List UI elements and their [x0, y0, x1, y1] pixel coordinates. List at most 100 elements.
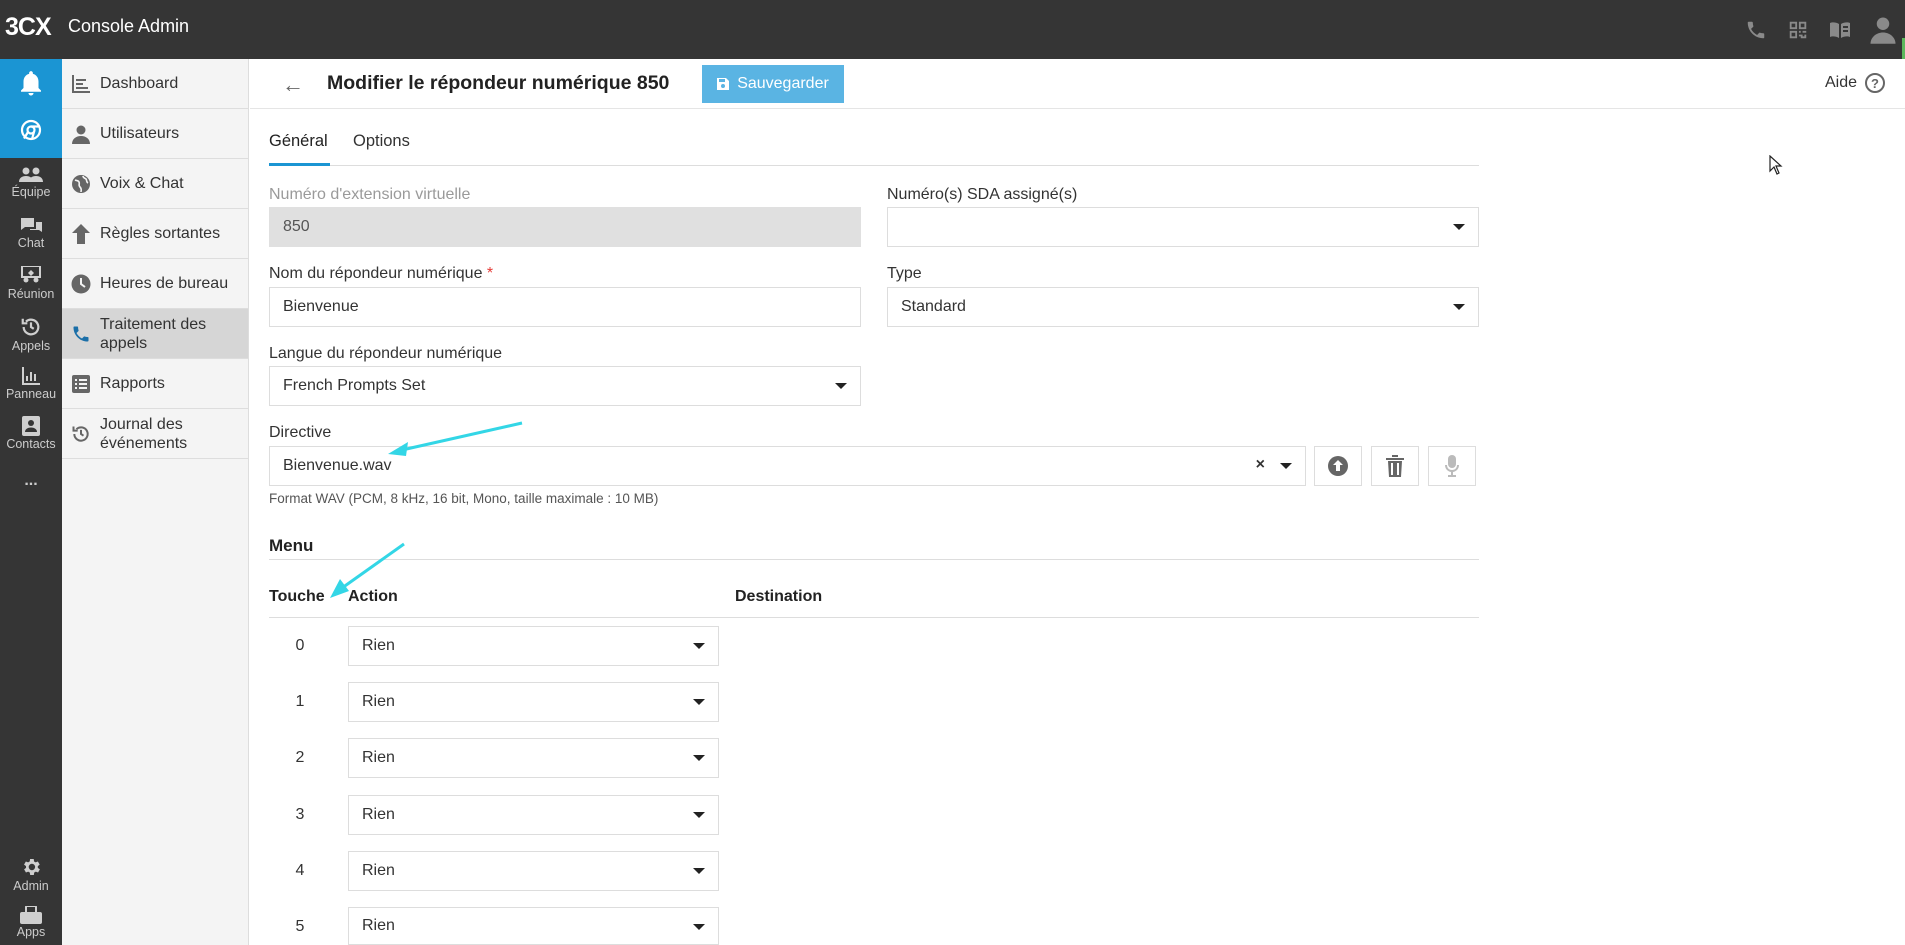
directive-value: Bienvenue.wav	[283, 457, 392, 474]
floppy-disk-icon	[717, 78, 730, 90]
menu-key: 0	[295, 637, 305, 654]
menu-section-title: Menu	[269, 536, 314, 555]
question-icon: ?	[1865, 73, 1885, 93]
book-icon[interactable]	[1819, 0, 1861, 59]
rail-label-contacts: Contacts	[6, 437, 56, 451]
save-button-label: Sauvegarder	[737, 75, 829, 92]
top-icons	[1735, 0, 1905, 59]
nav-label: Utilisateurs	[100, 125, 180, 142]
bell-icon	[21, 71, 41, 96]
record-button[interactable]	[1428, 446, 1476, 486]
caret-down-icon	[693, 924, 705, 930]
nav-item-voice-chat[interactable]: Voix & Chat	[62, 159, 248, 209]
type-label: Type	[887, 265, 922, 282]
user-icon	[72, 125, 90, 144]
menu-action-select[interactable]: Rien	[348, 682, 719, 722]
rail-label-team: Équipe	[11, 185, 51, 199]
tab-options[interactable]: Options	[353, 132, 410, 151]
type-select[interactable]: Standard	[887, 287, 1479, 327]
nav-item-users[interactable]: Utilisateurs	[62, 109, 248, 159]
nav-label: Heures de bureau	[100, 275, 229, 292]
phone-icon	[73, 326, 89, 341]
rail-label-more: ...	[24, 472, 38, 489]
caret-down-icon	[693, 812, 705, 818]
ivr-name-label-text: Nom du répondeur numérique	[269, 265, 483, 282]
menu-action-select[interactable]: Rien	[348, 738, 719, 778]
globe-icon	[72, 174, 90, 193]
sda-select[interactable]	[887, 207, 1479, 247]
menu-key: 1	[295, 693, 305, 710]
caret-down-icon	[693, 868, 705, 874]
nav-item-outbound-rules[interactable]: Règles sortantes	[62, 209, 248, 259]
caret-down-icon	[693, 643, 705, 649]
menu-action-value: Rien	[362, 806, 395, 823]
delete-button[interactable]	[1371, 446, 1419, 486]
panel-icon	[22, 367, 40, 385]
caret-down-icon	[693, 755, 705, 761]
secondary-nav: Dashboard Utilisateurs Voix & Chat Règle…	[62, 59, 249, 945]
rail-team[interactable]: Équipe	[0, 166, 62, 199]
clear-icon[interactable]: ×	[1256, 456, 1265, 474]
rail-panel[interactable]: Panneau	[0, 366, 62, 401]
rail-apps[interactable]: Apps	[0, 906, 62, 939]
menu-action-value: Rien	[362, 693, 395, 710]
divider	[269, 559, 1479, 560]
menu-action-value: Rien	[362, 862, 395, 879]
menu-action-select[interactable]: Rien	[348, 907, 719, 945]
dashboard-icon	[72, 74, 90, 93]
menu-action-select[interactable]: Rien	[348, 626, 719, 666]
chrome-icon	[20, 119, 42, 141]
qr-code-icon[interactable]	[1777, 0, 1819, 59]
upload-button[interactable]	[1314, 446, 1362, 486]
nav-item-event-log[interactable]: Journal des événements	[62, 409, 248, 459]
sda-label: Numéro(s) SDA assigné(s)	[887, 186, 1078, 203]
format-hint: Format WAV (PCM, 8 kHz, 16 bit, Mono, ta…	[269, 491, 659, 506]
nav-label: Dashboard	[100, 75, 179, 92]
language-value: French Prompts Set	[283, 377, 426, 394]
annotation-arrow-touche	[330, 542, 405, 598]
help-link[interactable]: Aide ?	[1825, 73, 1885, 93]
menu-action-value: Rien	[362, 749, 395, 766]
required-marker: *	[486, 265, 494, 282]
ext-number-value: 850	[283, 218, 310, 235]
language-label: Langue du répondeur numérique	[269, 345, 503, 362]
nav-item-reports[interactable]: Rapports	[62, 359, 248, 409]
nav-item-dashboard[interactable]: Dashboard	[62, 59, 248, 109]
back-arrow-icon[interactable]: ←	[282, 72, 304, 98]
rail-contacts[interactable]: Contacts	[0, 416, 62, 451]
rail-label-calls: Appels	[11, 339, 51, 353]
user-avatar-icon[interactable]	[1861, 0, 1905, 59]
more-icon[interactable]: ...	[0, 471, 62, 490]
phone-icon[interactable]	[1735, 0, 1777, 59]
ext-number-label: Numéro d'extension virtuelle	[269, 186, 471, 203]
app-logo[interactable]: 3CX	[5, 13, 52, 42]
rail-meeting[interactable]: Réunion	[0, 266, 62, 301]
rail-calls[interactable]: Appels	[0, 316, 62, 353]
save-button[interactable]: Sauvegarder	[702, 65, 844, 103]
nav-item-call-handling[interactable]: Traitement des appels	[62, 309, 248, 359]
list-icon	[72, 374, 90, 393]
rail-chat[interactable]: Chat	[0, 217, 62, 250]
rail-label-chat: Chat	[17, 236, 45, 250]
nav-label: Journal des événements	[100, 415, 188, 452]
rail-notifications[interactable]	[0, 68, 62, 98]
caret-down-icon	[1280, 463, 1292, 469]
language-select[interactable]: French Prompts Set	[269, 366, 861, 406]
menu-action-select[interactable]: Rien	[348, 851, 719, 891]
active-tab-indicator	[269, 163, 330, 166]
tab-bar: Général Options	[269, 110, 1479, 166]
menu-action-select[interactable]: Rien	[348, 795, 719, 835]
rail-label-admin: Admin	[13, 879, 49, 893]
col-header-destination: Destination	[735, 588, 823, 605]
rail-browser[interactable]	[0, 118, 62, 142]
chat-icon	[20, 218, 42, 232]
col-header-key: Touche	[269, 588, 325, 605]
nav-item-office-hours[interactable]: Heures de bureau	[62, 259, 248, 309]
rail-label-panel: Panneau	[5, 387, 57, 401]
help-label: Aide	[1824, 74, 1857, 91]
ivr-name-input[interactable]: Bienvenue	[269, 287, 861, 327]
tab-general[interactable]: Général	[269, 132, 328, 151]
rail-label-meeting: Réunion	[7, 287, 55, 301]
rail-admin[interactable]: Admin	[0, 856, 62, 893]
nav-label: Rapports	[100, 375, 165, 392]
